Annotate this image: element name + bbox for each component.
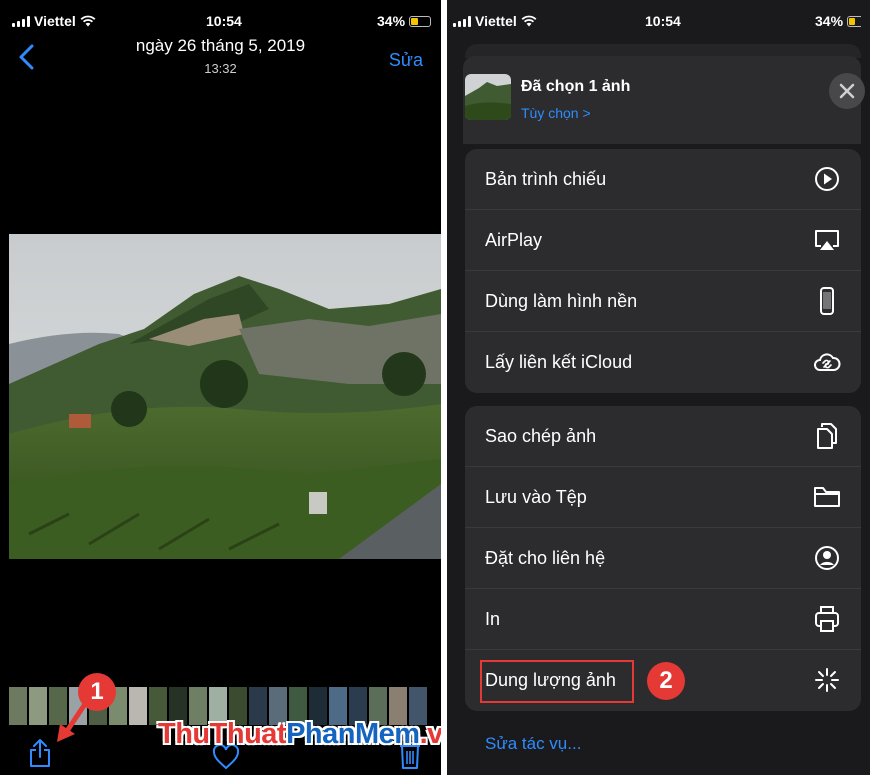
landscape-photo[interactable] — [9, 234, 441, 559]
action-slideshow[interactable]: Bản trình chiếu — [465, 149, 861, 210]
action-wallpaper[interactable]: Dùng làm hình nền — [465, 271, 861, 332]
printer-icon — [815, 606, 839, 632]
share-icon[interactable] — [28, 738, 52, 768]
battery-group: 34% — [815, 13, 862, 29]
signal-icon — [12, 15, 30, 27]
carrier-label: Viettel — [34, 13, 76, 29]
share-sheet-screen: Viettel 10:54 34% Đã chọn 1 ảnh Tùy chọn… — [447, 0, 870, 775]
step-1-badge: 1 — [78, 673, 116, 711]
selection-title: Đã chọn 1 ảnh — [521, 78, 631, 95]
action-label: Lưu vào Tệp — [485, 487, 587, 507]
airplay-icon — [815, 230, 839, 250]
status-bar: Viettel 10:54 34% — [447, 0, 870, 32]
action-label: Sao chép ảnh — [485, 426, 597, 446]
sparkle-icon — [815, 668, 839, 692]
watermark-part-3: .vn — [419, 718, 441, 750]
action-airplay[interactable]: AirPlay — [465, 210, 861, 271]
options-link[interactable]: Tùy chọn > — [521, 105, 591, 121]
play-icon — [815, 167, 839, 191]
watermark: ThuThuatPhanMem.vn — [158, 718, 441, 751]
carrier-group: Viettel — [12, 13, 96, 29]
photo-viewer-screen: Viettel 10:54 34% ngày 26 tháng 5, 2019 … — [0, 0, 441, 775]
battery-icon — [847, 15, 862, 27]
copy-icon — [817, 423, 837, 449]
battery-percent: 34% — [377, 13, 406, 29]
action-label: Lấy liên kết iCloud — [485, 352, 633, 372]
carrier-label: Viettel — [475, 13, 517, 29]
screen-divider — [441, 0, 447, 775]
action-group-1: Bản trình chiếu AirPlay Dùng làm hình nề… — [465, 149, 861, 393]
action-assign-to-contact[interactable]: Đặt cho liên hệ — [465, 528, 861, 589]
action-icloud-link[interactable]: Lấy liên kết iCloud — [465, 332, 861, 393]
phone-icon — [820, 287, 834, 315]
wifi-icon — [80, 15, 96, 27]
watermark-part-2: PhanMem — [286, 718, 420, 750]
photo-time-subtitle: 13:32 — [204, 61, 237, 76]
status-bar: Viettel 10:54 34% — [0, 0, 441, 32]
action-save-to-files[interactable]: Lưu vào Tệp — [465, 467, 861, 528]
battery-icon — [409, 15, 432, 27]
photo-date-title: ngày 26 tháng 5, 2019 — [135, 36, 306, 55]
contact-icon — [815, 546, 839, 570]
action-print[interactable]: In — [465, 589, 861, 650]
action-label: In — [485, 609, 501, 629]
action-label: Đặt cho liên hệ — [485, 548, 606, 568]
edit-button[interactable]: Sửa — [389, 50, 423, 71]
carrier-group: Viettel — [453, 13, 537, 29]
clock: 10:54 — [206, 13, 242, 29]
folder-icon — [814, 487, 840, 507]
watermark-part-1: ThuThuat — [158, 718, 287, 750]
action-label: Dùng làm hình nền — [485, 291, 638, 311]
wifi-icon — [521, 15, 537, 27]
battery-group: 34% — [377, 13, 432, 29]
cloud-link-icon — [814, 353, 841, 371]
edit-actions-link[interactable]: Sửa tác vụ... — [485, 734, 581, 754]
battery-percent: 34% — [815, 13, 844, 29]
close-icon — [839, 83, 855, 99]
share-sheet-header: Đã chọn 1 ảnh Tùy chọn > — [463, 56, 865, 144]
signal-icon — [453, 15, 471, 27]
close-button[interactable] — [829, 73, 865, 109]
photo-size-highlight — [480, 660, 634, 703]
step-2-badge: 2 — [647, 662, 685, 700]
selected-photo-thumbnail — [465, 74, 511, 120]
action-label: AirPlay — [485, 230, 543, 250]
action-label: Bản trình chiếu — [485, 169, 607, 189]
action-copy-photo[interactable]: Sao chép ảnh — [465, 406, 861, 467]
clock: 10:54 — [645, 13, 681, 29]
